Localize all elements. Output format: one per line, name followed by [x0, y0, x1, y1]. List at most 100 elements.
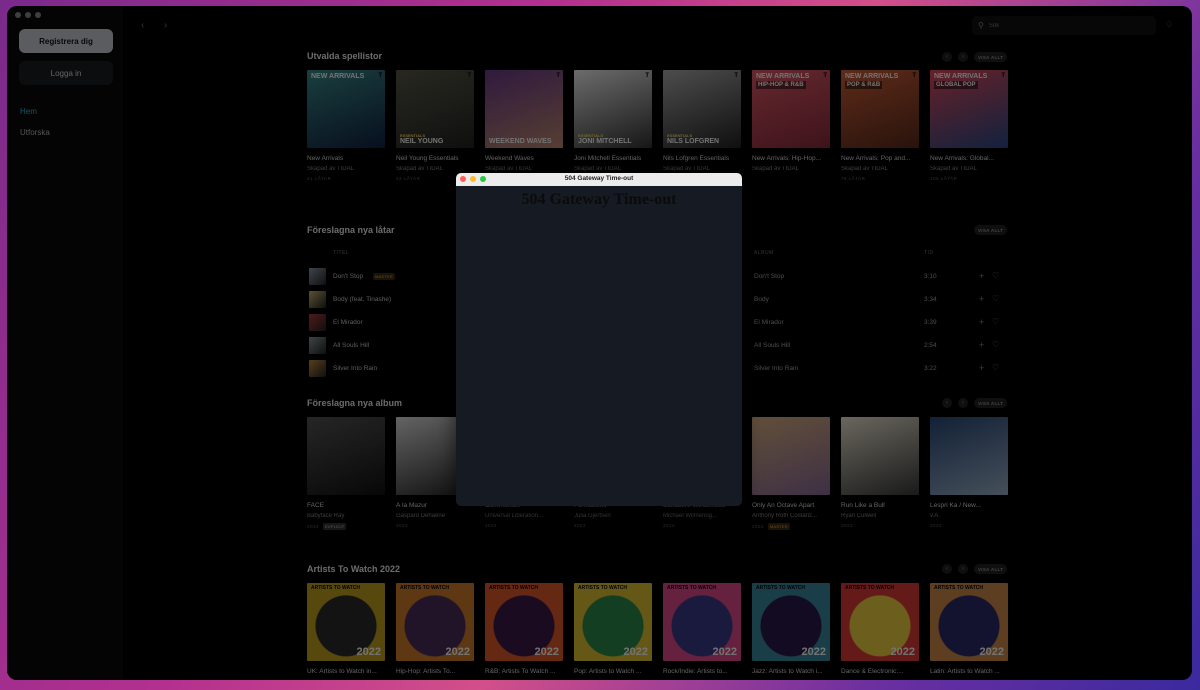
album-artist[interactable]: Universal Liberation... [485, 513, 563, 519]
album-artist[interactable]: Gaspard Dehaene [396, 513, 474, 519]
playlist-card[interactable]: T ESSENTIALS NILS LOFGREN Nils Lofgren Esse… [663, 70, 741, 181]
error-window-titlebar[interactable]: 504 Gateway Time-out [456, 173, 742, 186]
artist-playlist-card[interactable]: ARTISTS TO WATCH 2022 Jazz: Artists to Wat… [752, 583, 830, 675]
artist-playlist-card[interactable]: ARTISTS TO WATCH 2022 Latin: Artists to Wa… [930, 583, 1008, 675]
minimize-dot[interactable] [25, 12, 31, 18]
playlist-cover[interactable]: T WEEKEND WAVES [485, 70, 563, 148]
artist-playlist-card[interactable]: ARTISTS TO WATCH 2022 R&B: Artists To Watc… [485, 583, 563, 675]
artist-playlist-title[interactable]: Latin: Artists to Watch ... [930, 668, 1008, 675]
add-icon[interactable]: + [979, 271, 984, 281]
artist-playlist-cover[interactable]: ARTISTS TO WATCH 2022 [930, 583, 1008, 661]
playlist-title[interactable]: New Arrivals [307, 155, 385, 162]
track-album[interactable]: Silver Into Rain [754, 365, 798, 372]
playlist-cover[interactable]: T ESSENTIALS JONI MITCHELL [574, 70, 652, 148]
view-all-playlists[interactable]: VISA ALLT [974, 52, 1008, 62]
heart-icon[interactable]: ♡ [992, 294, 999, 303]
album-artist[interactable]: Babyface Ray [307, 513, 385, 519]
playlist-card[interactable]: T NEW ARRIVALS New Arrivals Skapad av TIDAL… [307, 70, 385, 181]
artist-playlist-card[interactable]: ARTISTS TO WATCH 2022 Hip-Hop: Artists To.… [396, 583, 474, 675]
next-icon[interactable]: › [958, 564, 968, 574]
playlist-cover[interactable]: T NEW ARRIVALS HIP-HOP & R&B [752, 70, 830, 148]
prev-icon[interactable]: ‹ [942, 398, 952, 408]
playlist-card[interactable]: T ESSENTIALS NEIL YOUNG Neil Young Essentia… [396, 70, 474, 181]
playlist-title[interactable]: Neil Young Essentials [396, 155, 474, 162]
forward-arrow-icon[interactable]: › [164, 20, 167, 31]
album-artist[interactable]: v.A. [930, 513, 1008, 519]
playlist-cover[interactable]: T NEW ARRIVALS GLOBAL POP [930, 70, 1008, 148]
heart-icon[interactable]: ♡ [992, 271, 999, 280]
album-artist[interactable]: Ryan Culwell [841, 513, 919, 519]
track-title[interactable]: Don't Stop [333, 273, 363, 280]
heart-icon[interactable]: ♡ [992, 340, 999, 349]
artist-playlist-title[interactable]: Rock/Indie: Artists to... [663, 668, 741, 675]
view-all-artists[interactable]: VISA ALLT [974, 564, 1008, 574]
zoom-dot[interactable] [35, 12, 41, 18]
playlist-title[interactable]: New Arrivals: Global... [930, 155, 1008, 162]
album-card[interactable]: Lespri Ka / New... v.A. 2022 [930, 417, 1008, 530]
heart-icon[interactable]: ♡ [992, 317, 999, 326]
artist-playlist-title[interactable]: R&B: Artists To Watch ... [485, 668, 563, 675]
playlist-card[interactable]: T NEW ARRIVALS POP & R&B New Arrivals: Pop … [841, 70, 919, 181]
add-icon[interactable]: + [979, 340, 984, 350]
track-title[interactable]: El Mirador [333, 319, 363, 326]
playlist-cover[interactable]: T ESSENTIALS NILS LOFGREN [663, 70, 741, 148]
album-artist[interactable]: Anthony Roth Costanz... [752, 513, 830, 519]
playlist-title[interactable]: Joni Mitchell Essentials [574, 155, 652, 162]
track-title[interactable]: All Souls Hill [333, 342, 369, 349]
close-dot[interactable] [15, 12, 21, 18]
next-icon[interactable]: › [958, 398, 968, 408]
playlist-cover[interactable]: T NEW ARRIVALS POP & R&B [841, 70, 919, 148]
artist-playlist-title[interactable]: UK: Artists to Watch in... [307, 668, 385, 675]
prev-icon[interactable]: ‹ [942, 52, 952, 62]
back-arrow-icon[interactable]: ‹ [141, 20, 144, 31]
playlist-cover[interactable]: T NEW ARRIVALS [307, 70, 385, 148]
artist-playlist-title[interactable]: Dance & Electronic:... [841, 668, 919, 675]
nav-home[interactable]: Hem [20, 107, 37, 116]
playlist-card[interactable]: T ESSENTIALS JONI MITCHELL Joni Mitchell Es… [574, 70, 652, 181]
track-album[interactable]: All Souls Hill [754, 342, 790, 349]
track-album[interactable]: Body [754, 296, 769, 303]
search-box[interactable]: ⚲ [972, 16, 1156, 35]
artist-playlist-title[interactable]: Pop: Artists to Watch ... [574, 668, 652, 675]
playlist-card[interactable]: T WEEKEND WAVES Weekend Waves Skapad av TID… [485, 70, 563, 181]
artist-playlist-title[interactable]: Hip-Hop: Artists To... [396, 668, 474, 675]
album-title[interactable]: FACE [307, 502, 385, 509]
view-all-tracks[interactable]: VISA ALLT [974, 225, 1008, 235]
artist-playlist-cover[interactable]: ARTISTS TO WATCH 2022 [574, 583, 652, 661]
playlist-title[interactable]: Weekend Waves [485, 155, 563, 162]
search-input[interactable] [988, 22, 1139, 29]
playlist-title[interactable]: Nils Lofgren Essentials [663, 155, 741, 162]
playlist-title[interactable]: New Arrivals: Hip-Hop... [752, 155, 830, 162]
artist-playlist-card[interactable]: ARTISTS TO WATCH 2022 UK: Artists to Watch… [307, 583, 385, 675]
artist-playlist-cover[interactable]: ARTISTS TO WATCH 2022 [396, 583, 474, 661]
heart-icon[interactable]: ♡ [992, 363, 999, 372]
album-cover[interactable] [841, 417, 919, 495]
artist-playlist-title[interactable]: Jazz: Artists to Watch i... [752, 668, 830, 675]
artist-playlist-cover[interactable]: ARTISTS TO WATCH 2022 [307, 583, 385, 661]
album-artist[interactable]: Michael Wilmering... [663, 513, 741, 519]
view-all-albums[interactable]: VISA ALLT [974, 398, 1008, 408]
track-album[interactable]: Don't Stop [754, 273, 784, 280]
album-title[interactable]: Run Like a Bull [841, 502, 919, 509]
artist-playlist-cover[interactable]: ARTISTS TO WATCH 2022 [752, 583, 830, 661]
add-icon[interactable]: + [979, 363, 984, 373]
register-button[interactable]: Registrera dig [19, 29, 113, 53]
login-button[interactable]: Logga in [19, 61, 113, 85]
playlist-cover[interactable]: T ESSENTIALS NEIL YOUNG [396, 70, 474, 148]
bell-icon[interactable]: ♢ [1165, 19, 1173, 30]
album-artist[interactable]: Julia Gjertsen [574, 513, 652, 519]
playlist-card[interactable]: T NEW ARRIVALS HIP-HOP & R&B New Arrivals: … [752, 70, 830, 181]
album-card[interactable]: Only An Octave Apart Anthony Roth Costanz… [752, 417, 830, 530]
artist-playlist-cover[interactable]: ARTISTS TO WATCH 2022 [663, 583, 741, 661]
artist-playlist-card[interactable]: ARTISTS TO WATCH 2022 Dance & Electronic:.… [841, 583, 919, 675]
prev-icon[interactable]: ‹ [942, 564, 952, 574]
track-album[interactable]: El Mirador [754, 319, 784, 326]
next-icon[interactable]: › [958, 52, 968, 62]
album-title[interactable]: Lespri Ka / New... [930, 502, 1008, 509]
nav-explore[interactable]: Utforska [20, 128, 50, 137]
add-icon[interactable]: + [979, 317, 984, 327]
track-title[interactable]: Body (feat. Tinashe) [333, 296, 391, 303]
playlist-card[interactable]: T NEW ARRIVALS GLOBAL POP New Arrivals: Glo… [930, 70, 1008, 181]
artist-playlist-cover[interactable]: ARTISTS TO WATCH 2022 [485, 583, 563, 661]
add-icon[interactable]: + [979, 294, 984, 304]
